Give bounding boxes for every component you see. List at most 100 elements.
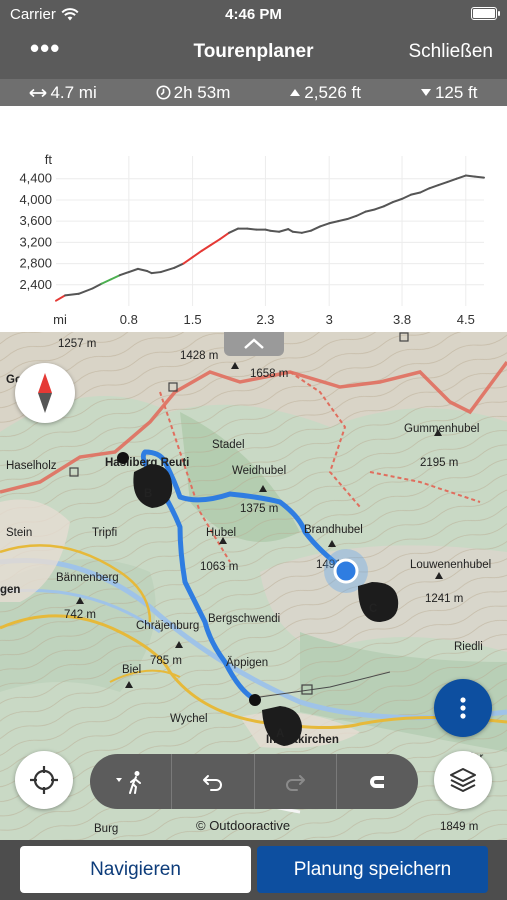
elevation-segment (269, 229, 281, 233)
y-tick-label: 4,400 (19, 171, 52, 186)
elevation-segment (364, 208, 376, 213)
layers-button[interactable] (434, 751, 492, 809)
compass-button[interactable] (15, 363, 75, 423)
elevation-segment (410, 191, 422, 196)
ascent-icon (290, 89, 301, 96)
crosshair-icon (30, 766, 58, 794)
planning-toolbar (90, 754, 418, 809)
elevation-segment (118, 271, 130, 277)
duration-value: 2h 53m (173, 82, 231, 102)
locate-button[interactable] (15, 751, 73, 809)
waypoint-c-label: C (369, 603, 377, 615)
map-label: Stein (6, 527, 32, 539)
map-label: Louwenenhubel (410, 559, 491, 571)
x-tick-label: 1.5 (184, 312, 202, 327)
x-axis-unit: mi (53, 312, 67, 327)
vertical-ellipsis-icon (460, 697, 466, 719)
elevation-segment (218, 231, 231, 241)
elevation-segment (77, 287, 94, 295)
elevation-segment (428, 184, 440, 190)
map-label: Stadel (212, 439, 245, 451)
x-tick-label: 3 (326, 312, 333, 327)
redo-button[interactable] (255, 754, 337, 809)
elevation-segment (346, 214, 358, 221)
magnet-icon (370, 775, 385, 788)
map-label: 1428 m (180, 350, 218, 362)
x-tick-label: 4.5 (457, 312, 475, 327)
elevation-segment (136, 267, 149, 272)
elevation-segment (437, 180, 449, 187)
save-plan-button[interactable]: Planung speichern (257, 846, 488, 893)
map-label: Brandhubel (304, 524, 363, 536)
y-axis-unit: ft (45, 152, 53, 167)
elevation-segment (464, 174, 476, 178)
elevation-segment (401, 193, 413, 200)
elevation-segment (109, 274, 121, 281)
elevation-segment (319, 222, 331, 228)
elevation-segment (159, 266, 176, 274)
distance-icon (29, 88, 48, 97)
map-label: Hubel (206, 527, 236, 539)
descent-stat: 125 ft (420, 82, 478, 103)
elevation-segment (278, 228, 290, 233)
snap-button[interactable] (337, 754, 418, 809)
distance-stat: 4.7 mi (29, 83, 97, 103)
y-tick-label: 3,200 (19, 234, 52, 249)
undo-button[interactable] (172, 754, 255, 809)
redo-icon (286, 774, 306, 791)
elevation-segment (182, 256, 194, 265)
collapse-profile-handle[interactable] (224, 332, 284, 356)
y-tick-label: 2,400 (19, 277, 52, 292)
duration-stat: 2h 53m (156, 82, 231, 103)
elevation-segment (419, 187, 431, 194)
map-label: Gummenhubel (404, 423, 479, 435)
y-tick-label: 2,800 (19, 256, 52, 271)
elevation-segment (309, 225, 322, 232)
map-label: Wychel (170, 713, 208, 725)
x-tick-label: 0.8 (120, 312, 138, 327)
map-attribution: © Outdooractive (196, 818, 291, 833)
map-label: Äppigen (226, 657, 268, 669)
elevation-chart: 4,400 4,000 3,600 3,200 2,800 2,400 ft 0.8 1.5 2.… (19, 152, 485, 327)
elevation-segment (391, 197, 404, 204)
waypoint-b-label: B (144, 488, 152, 500)
ascent-stat: 2,526 ft (289, 83, 361, 103)
clock-icon (156, 85, 171, 100)
map-label: 742 m (64, 609, 96, 621)
more-options-button[interactable] (434, 679, 492, 737)
y-tick-label: 3,600 (19, 213, 52, 228)
map-label: Bergschwendi (208, 613, 280, 625)
y-tick-label: 4,000 (19, 192, 52, 207)
x-tick-label: 3.8 (393, 312, 411, 327)
elevation-segment (173, 262, 185, 269)
activity-button[interactable] (90, 754, 173, 809)
layers-icon (450, 768, 476, 792)
elevation-segment (246, 227, 258, 231)
map-label: 1257 m (58, 338, 96, 350)
close-button[interactable]: Schließen (409, 41, 494, 63)
descent-icon (420, 89, 431, 96)
clock: 4:46 PM (225, 6, 282, 23)
status-bar: Carrier 4:46 PM (0, 0, 507, 28)
top-bar: Carrier 4:46 PM ••• Tourenplaner Schließ… (0, 0, 507, 79)
elevation-profile[interactable]: 4,400 4,000 3,600 3,200 2,800 2,400 ft 0.8 1.5 2.… (0, 106, 507, 332)
map-label: 1063 m (200, 561, 238, 573)
nav-bar: ••• Tourenplaner Schließen (0, 30, 507, 76)
map-view[interactable]: 1257 m 1428 m 1658 m Goldern Haselholz H… (0, 332, 507, 840)
navigate-button[interactable]: Navigieren (20, 846, 251, 893)
map-label: 785 m (150, 655, 182, 667)
tour-stats: 4.7 mi 2h 53m 2,526 ft 125 ft (0, 79, 507, 106)
battery-icon (471, 7, 500, 20)
elevation-segment (55, 294, 67, 302)
undo-icon (202, 774, 222, 791)
elevation-segment (355, 210, 367, 217)
map-label: Chräjenburg (136, 620, 199, 632)
elevation-segment (228, 227, 240, 234)
elevation-segment (150, 271, 162, 275)
map-label: Bännenberg (56, 572, 119, 584)
elevation-segment (64, 292, 80, 297)
waypoint-a-label: A (276, 728, 284, 740)
elevation-segment (300, 229, 312, 234)
map-label: 1375 m (240, 503, 278, 515)
descent-value: 125 ft (434, 82, 478, 102)
